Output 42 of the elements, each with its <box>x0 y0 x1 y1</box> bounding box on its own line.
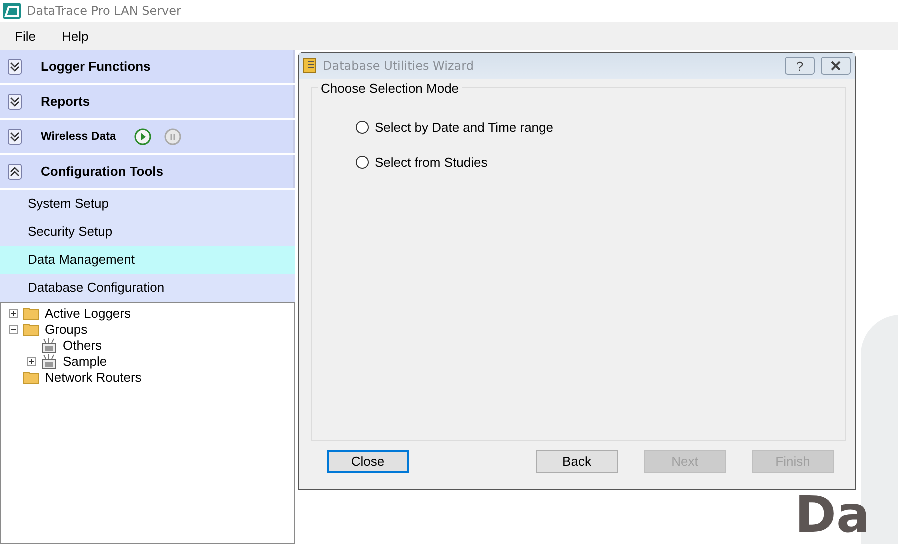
section-title: Configuration Tools <box>41 164 164 179</box>
tree-item[interactable]: Active Loggers <box>45 306 131 320</box>
tree-toggle-icon[interactable] <box>9 324 19 334</box>
folder-icon <box>23 306 39 320</box>
group-title: Choose Selection Mode <box>318 81 462 96</box>
book-icon <box>303 58 317 74</box>
sidebar-item[interactable]: Data Management <box>0 246 295 274</box>
tree-item[interactable]: Sample <box>63 354 108 368</box>
close-icon[interactable] <box>821 57 851 75</box>
tree-item[interactable]: Others <box>63 338 102 352</box>
sidebar-section-header[interactable]: Configuration Tools <box>0 155 295 188</box>
sidebar-item[interactable]: System Setup <box>0 190 295 218</box>
sidebar-section-header[interactable]: Logger Functions <box>0 50 295 83</box>
sidebar-section-header[interactable]: Wireless Data <box>0 120 295 153</box>
sidebar-item[interactable]: Database Configuration <box>0 274 295 302</box>
sidebar-section-header[interactable]: Reports <box>0 85 295 118</box>
sidebar-item[interactable]: Security Setup <box>0 218 295 246</box>
dialog-title: Database Utilities Wizard <box>323 59 474 73</box>
section-title: Wireless Data <box>41 130 116 142</box>
id-tag-icon <box>41 354 57 368</box>
folder-icon <box>23 370 39 384</box>
window-title: DataTrace Pro LAN Server <box>27 4 182 18</box>
tree-item[interactable]: Groups <box>45 322 88 336</box>
section-title: Reports <box>41 94 90 109</box>
wizard-button[interactable]: Close <box>327 450 409 472</box>
menu-item[interactable]: Help <box>62 28 89 44</box>
help-button[interactable]: ? <box>785 57 815 75</box>
tree-item[interactable]: Network Routers <box>45 370 142 384</box>
play-icon[interactable] <box>134 128 152 146</box>
radio-button[interactable] <box>356 121 369 134</box>
radio-label[interactable]: Select from Studies <box>375 155 488 170</box>
section-title: Logger Functions <box>41 59 151 74</box>
id-tag-icon <box>41 338 57 352</box>
background-logo-text: Da <box>795 490 870 540</box>
radio-label[interactable]: Select by Date and Time range <box>375 120 554 135</box>
folder-icon <box>23 322 39 336</box>
wizard-button[interactable]: Back <box>536 450 618 472</box>
tree-toggle-icon[interactable] <box>27 356 37 366</box>
tree-toggle-icon[interactable] <box>9 308 19 318</box>
menu-item[interactable]: File <box>15 28 36 44</box>
radio-button[interactable] <box>356 156 369 169</box>
app-logo-icon <box>3 3 21 19</box>
